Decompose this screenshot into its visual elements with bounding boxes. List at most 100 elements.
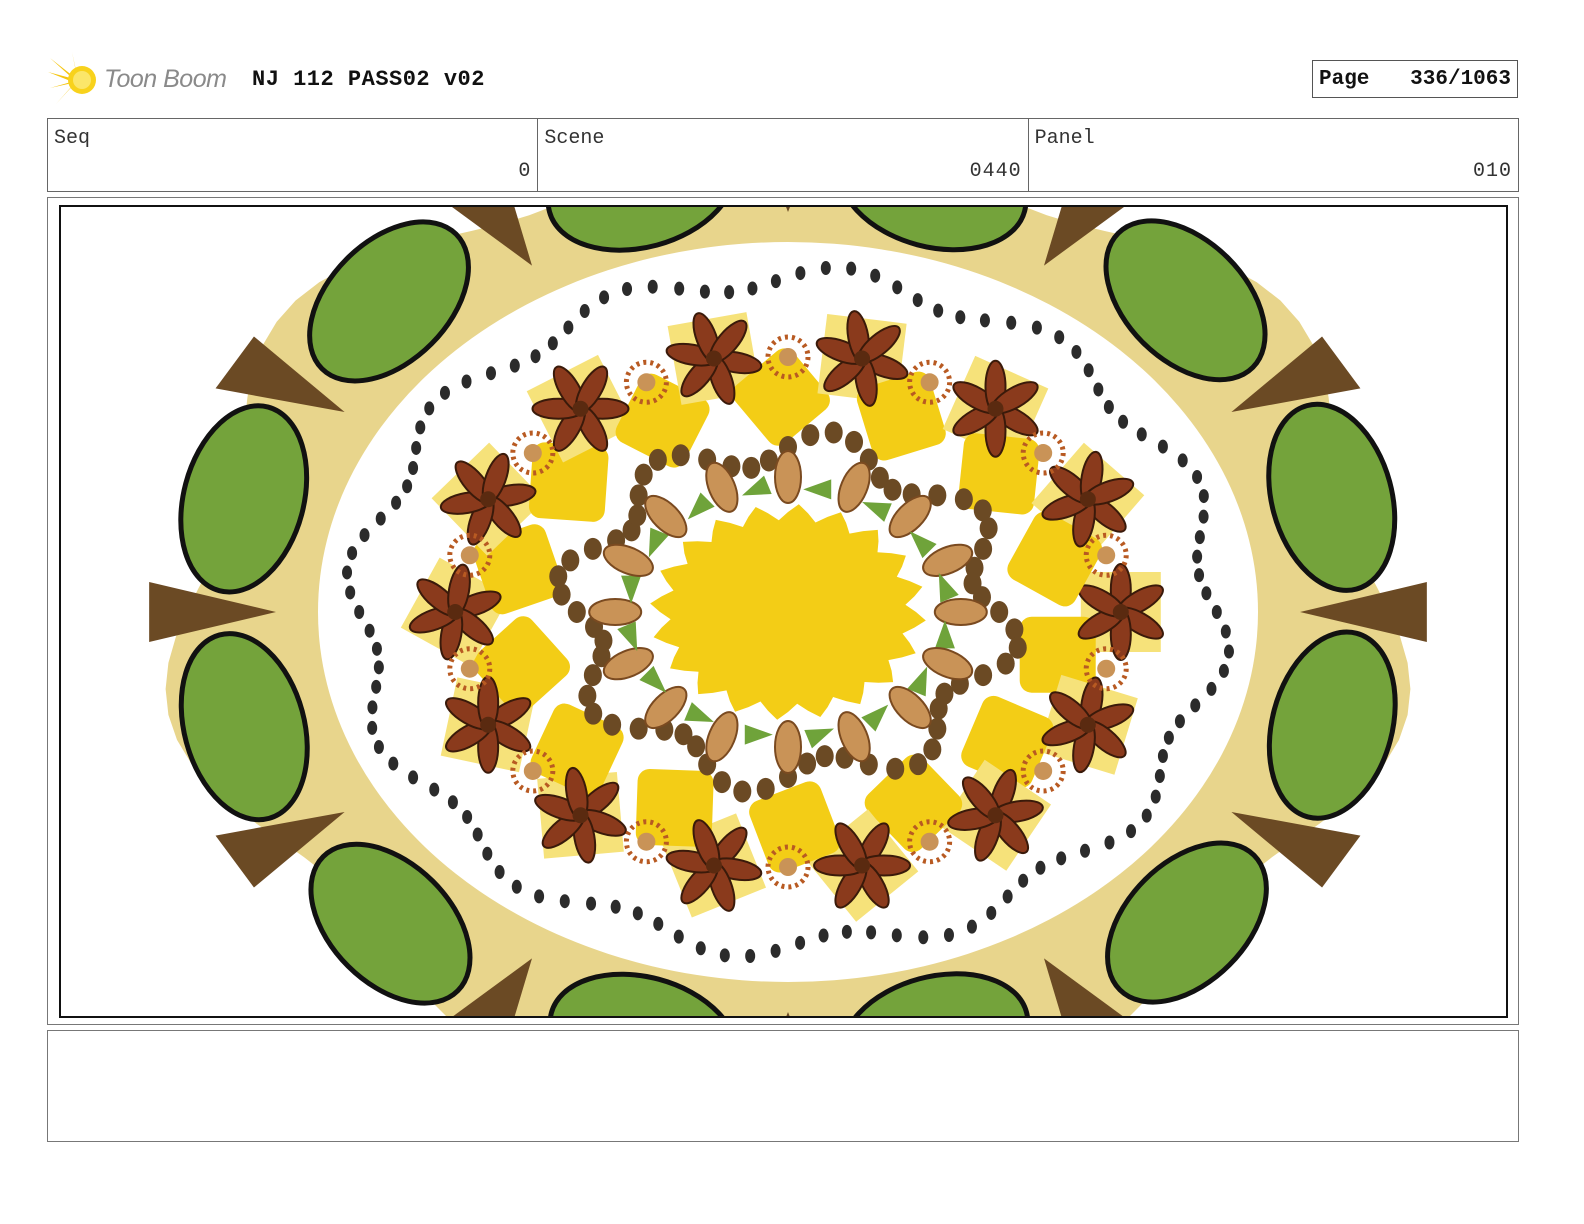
coffee-bean-dot — [561, 549, 580, 572]
dark-dot — [364, 623, 375, 638]
coffee-bean-dot — [648, 448, 667, 471]
dark-dot — [534, 889, 545, 904]
star-anise-center — [447, 604, 464, 620]
dark-dot — [1103, 400, 1114, 415]
star-anise-center — [1079, 716, 1096, 733]
dark-dot — [918, 930, 929, 945]
dark-dot — [892, 280, 903, 295]
dark-dot — [841, 924, 852, 939]
coffee-bean-dot — [886, 757, 905, 780]
dark-dot — [1220, 624, 1231, 639]
dark-dot — [632, 906, 643, 921]
dark-dot — [866, 925, 877, 940]
clove-center — [1034, 444, 1053, 463]
star-anise-center — [480, 491, 497, 508]
dark-dot — [388, 756, 399, 771]
clove-center — [523, 444, 542, 463]
dark-dot — [1006, 315, 1017, 330]
scene-cell: Scene 0440 — [538, 119, 1029, 191]
dark-dot — [1194, 568, 1205, 583]
star-anise-center — [572, 400, 589, 417]
dark-dot — [653, 916, 664, 931]
coffee-bean-dot — [756, 777, 775, 800]
clove-center — [1034, 761, 1053, 780]
coffee-bean-dot — [845, 430, 864, 453]
dark-dot — [1190, 698, 1201, 713]
dark-dot — [429, 782, 440, 797]
coffee-bean-dot — [583, 664, 602, 687]
dark-dot — [371, 641, 382, 656]
dark-dot — [1211, 605, 1222, 619]
scene-label: Scene — [544, 127, 605, 150]
dark-dot — [530, 349, 541, 364]
dark-dot — [955, 310, 966, 325]
dark-dot — [345, 585, 356, 600]
dark-dot — [1192, 549, 1203, 564]
panel-value: 010 — [1472, 160, 1512, 183]
coffee-bean-dot — [578, 684, 597, 707]
clove-center — [460, 546, 479, 565]
dark-dot — [933, 303, 944, 318]
dark-dot — [1198, 509, 1209, 524]
page-counter: Page 336/1063 — [1312, 60, 1518, 98]
dark-dot — [342, 565, 353, 580]
star-anise-center — [705, 350, 722, 367]
dark-dot — [795, 935, 806, 950]
dark-dot — [699, 284, 710, 299]
coffee-bean-dot — [883, 478, 902, 501]
dark-dot — [820, 260, 831, 275]
toon-boom-logo: Toon Boom — [48, 52, 238, 108]
dark-dot — [347, 546, 358, 561]
coffee-bean-dot — [923, 738, 942, 761]
clove-center — [637, 832, 656, 851]
coffee-bean-dot — [974, 664, 993, 687]
coffee-bean-dot — [712, 771, 731, 794]
dark-dot — [494, 865, 505, 880]
page-label: Page — [1319, 68, 1370, 91]
dark-dot — [1080, 843, 1091, 858]
seq-label: Seq — [54, 127, 91, 150]
storyboard-header: Toon Boom NJ 112 PASS02 v02 Page 336/106… — [48, 52, 1520, 108]
dark-dot — [482, 846, 493, 861]
dark-dot — [795, 266, 806, 281]
dark-dot — [966, 919, 977, 934]
coffee-bean-dot — [929, 697, 948, 720]
coffee-bean-dot — [909, 753, 928, 776]
dark-dot — [415, 420, 426, 435]
logo-wordmark: Toon Boom — [104, 65, 227, 93]
clove-center — [1097, 546, 1116, 565]
dark-dot — [408, 460, 419, 475]
dark-dot — [462, 809, 473, 824]
dark-dot — [846, 261, 857, 276]
dark-dot — [485, 366, 496, 381]
coffee-bean-dot — [674, 723, 693, 746]
star-anise-center — [705, 857, 722, 874]
coffee-bean-dot — [801, 424, 820, 447]
dark-dot — [1201, 586, 1212, 601]
coffee-bean-dot — [628, 504, 647, 527]
dark-dot — [599, 290, 610, 305]
dark-dot — [1177, 453, 1188, 468]
coffee-bean-dot — [671, 444, 690, 467]
coffee-bean-dot — [603, 713, 622, 736]
dark-dot — [673, 929, 684, 944]
dark-dot — [579, 304, 590, 319]
dark-dot — [647, 279, 658, 294]
dark-dot — [559, 894, 570, 909]
dark-dot — [1206, 681, 1217, 696]
dark-dot — [770, 274, 781, 289]
dark-dot — [1056, 851, 1067, 866]
dark-dot — [1141, 808, 1152, 823]
dark-dot — [891, 928, 902, 943]
dark-dot — [1071, 344, 1082, 359]
panel-notes-box[interactable] — [47, 1030, 1519, 1142]
star-anise-center — [572, 807, 589, 824]
dark-dot — [1198, 489, 1209, 504]
dark-dot — [547, 336, 558, 351]
dark-dot — [1126, 824, 1137, 839]
dark-dot — [1157, 749, 1168, 764]
dark-dot — [1104, 835, 1115, 850]
coffee-bean-dot — [552, 583, 571, 606]
dark-dot — [610, 899, 621, 914]
dark-dot — [1154, 769, 1165, 784]
